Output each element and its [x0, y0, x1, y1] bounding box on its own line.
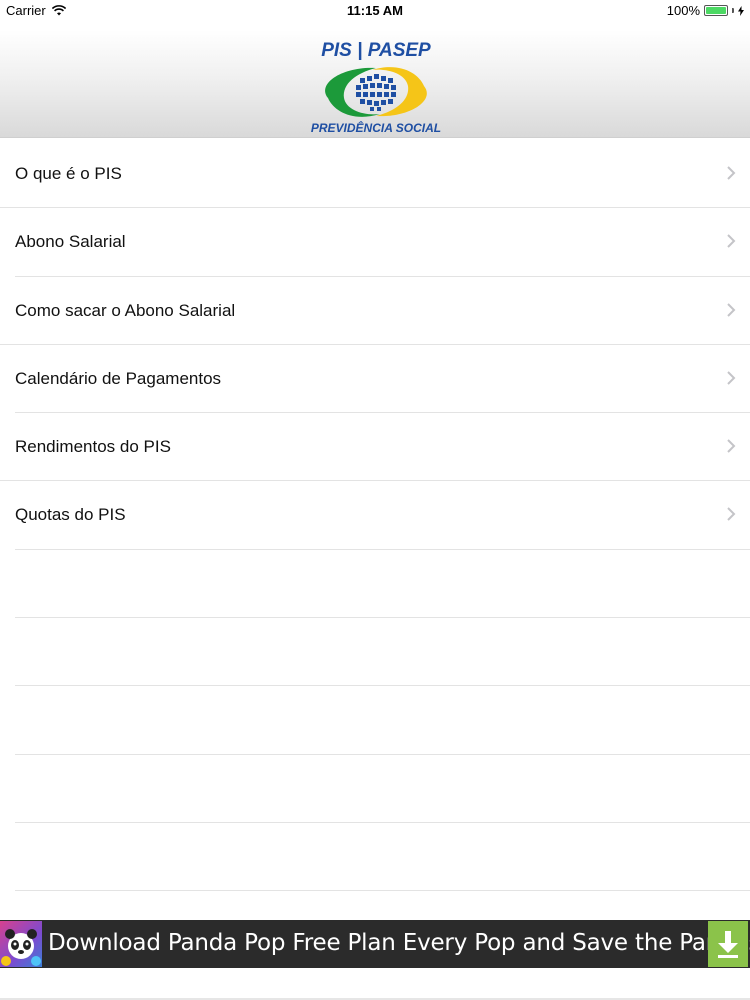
ad-text: Download Panda Pop Free Plan Every Pop a… [48, 930, 750, 956]
menu-item-label: Calendário de Pagamentos [15, 368, 222, 388]
ad-thumbnail [0, 921, 42, 967]
menu-item-como-sacar[interactable]: Como sacar o Abono Salarial [0, 277, 750, 345]
chevron-right-icon [727, 439, 736, 453]
download-icon [718, 931, 738, 958]
empty-row [15, 618, 750, 687]
logo-top-text: PIS | PASEP [321, 40, 431, 61]
battery-percent: 100% [666, 3, 700, 18]
status-bar: Carrier 11:15 AM 100% [0, 0, 750, 22]
logo-bottom-text: PREVIDÊNCIA SOCIAL [311, 120, 441, 135]
battery-icon [704, 5, 728, 16]
logo-blue-grid [356, 74, 396, 111]
empty-row [15, 686, 750, 755]
menu-item-label: Quotas do PIS [15, 505, 126, 525]
menu-item-rendimentos[interactable]: Rendimentos do PIS [0, 413, 750, 482]
empty-row [15, 755, 750, 823]
header-banner: PIS | PASEP PREVIDÊNCIA SOCIAL [0, 30, 750, 138]
empty-row [15, 823, 750, 892]
menu-item-label: Como sacar o Abono Salarial [15, 300, 236, 320]
status-time: 11:15 AM [347, 3, 403, 18]
chevron-right-icon [727, 166, 736, 180]
menu-item-calendario[interactable]: Calendário de Pagamentos [15, 345, 750, 414]
menu-item-label: Rendimentos do PIS [15, 437, 171, 457]
status-right: 100% [667, 3, 744, 18]
menu-item-quotas[interactable]: Quotas do PIS [15, 481, 750, 550]
ad-download-button[interactable] [708, 921, 748, 967]
empty-row [15, 550, 750, 619]
menu-list: O que é o PIS Abono Salarial Como sacar … [0, 140, 750, 892]
ad-banner[interactable]: Download Panda Pop Free Plan Every Pop a… [0, 920, 750, 968]
charging-bolt-icon [738, 5, 744, 16]
menu-item-abono-salarial[interactable]: Abono Salarial [15, 208, 750, 277]
panda-icon [1, 929, 41, 966]
chevron-right-icon [727, 234, 736, 249]
pis-pasep-logo: PIS | PASEP PREVIDÊNCIA SOCIAL [311, 40, 441, 135]
chevron-right-icon [727, 302, 736, 317]
menu-item-label: O que é o PIS [15, 164, 122, 183]
menu-item-label: Abono Salarial [15, 232, 126, 252]
menu-item-o-que-e-o-pis[interactable]: O que é o PIS [0, 140, 750, 209]
chevron-right-icon [727, 371, 736, 385]
battery-level [706, 7, 726, 14]
battery-cap [732, 8, 734, 13]
chevron-right-icon [727, 507, 736, 522]
